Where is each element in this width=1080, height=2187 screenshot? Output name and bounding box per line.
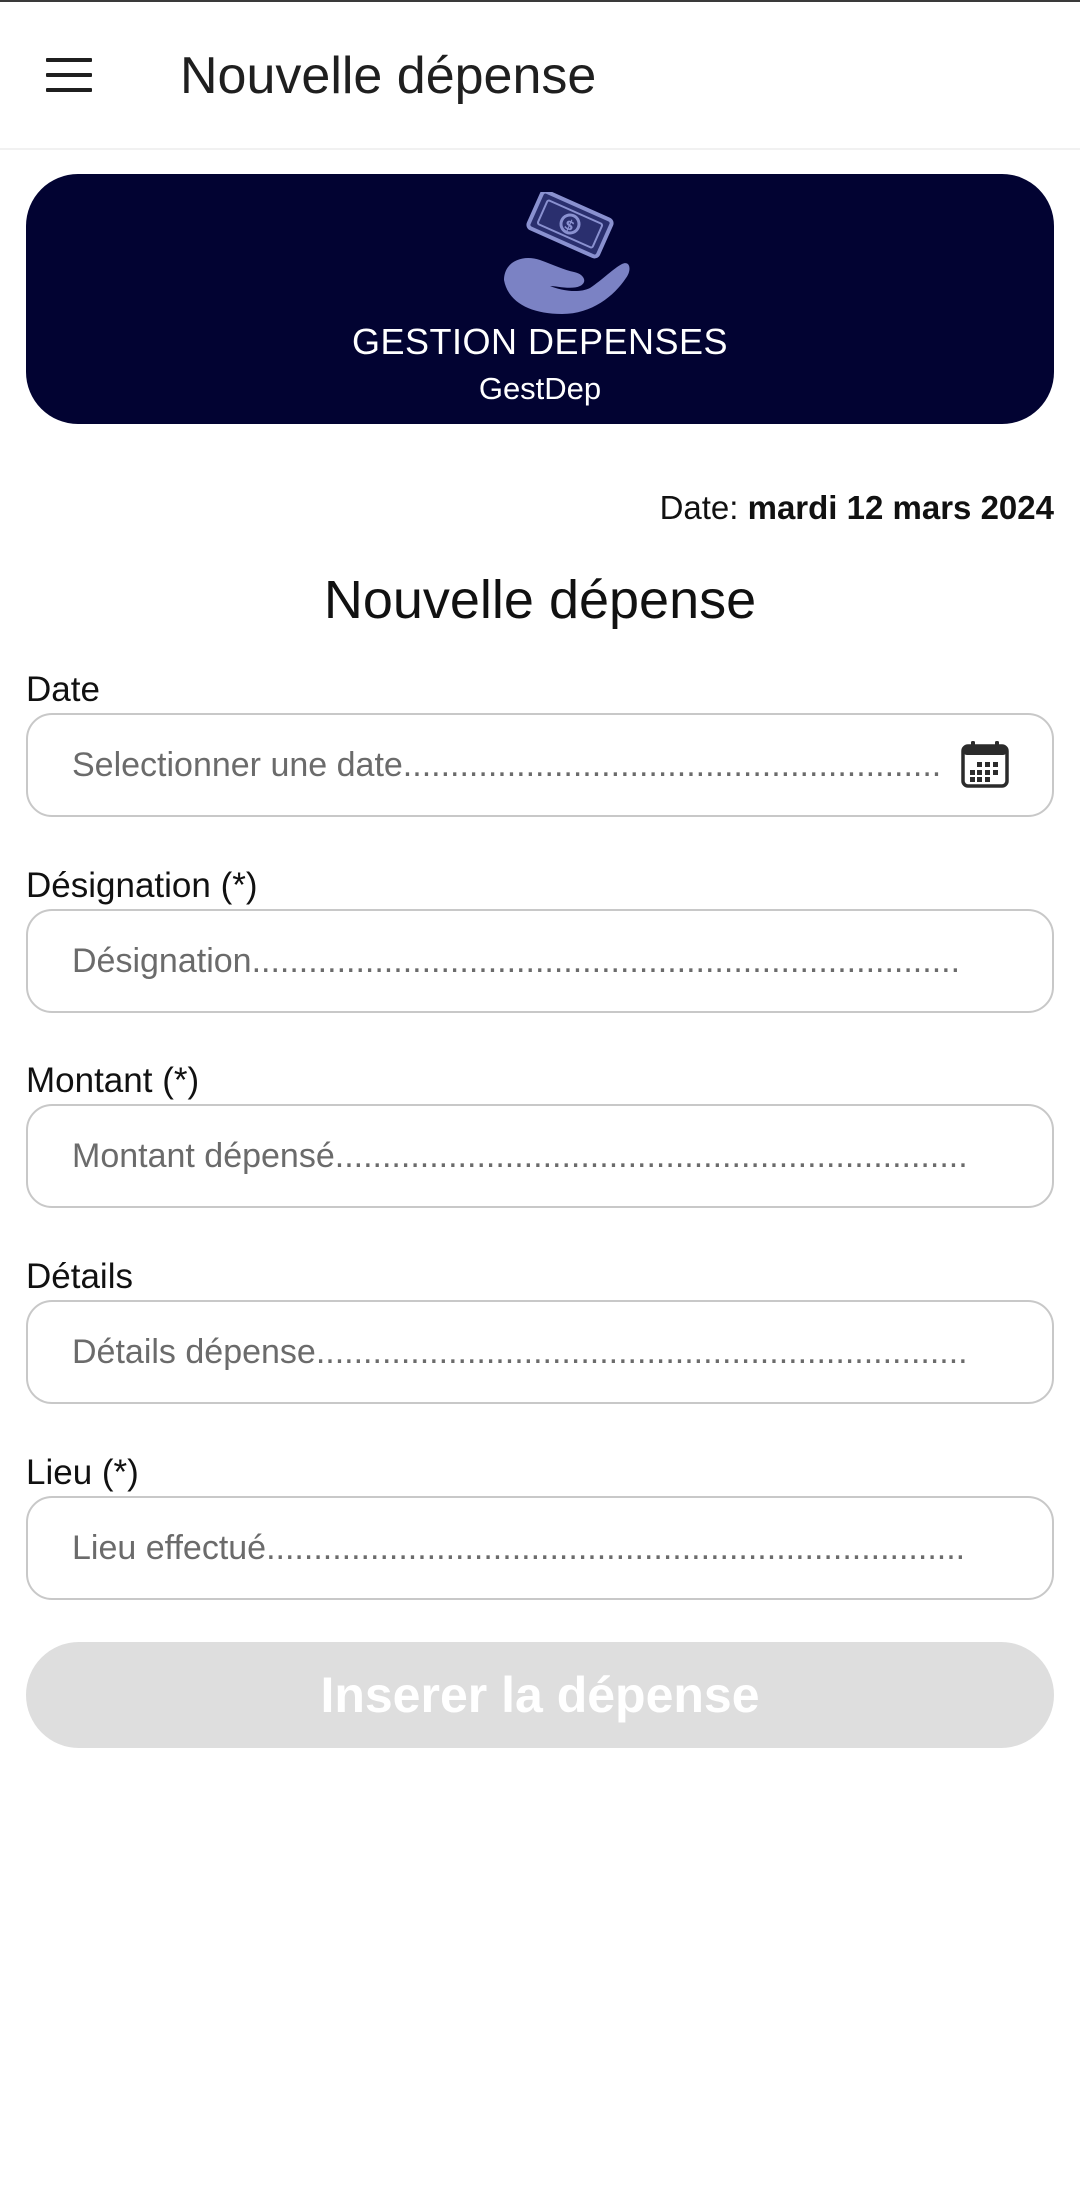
calendar-icon[interactable] — [960, 740, 1010, 790]
current-date-value: mardi 12 mars 2024 — [747, 489, 1054, 526]
montant-label: Montant (*) — [26, 1061, 200, 1100]
designation-field[interactable] — [26, 909, 1054, 1013]
details-label: Détails — [26, 1257, 133, 1296]
app-banner: $ GESTION DEPENSES GestDep — [26, 174, 1054, 424]
form-title: Nouvelle dépense — [323, 570, 757, 630]
date-field[interactable] — [26, 713, 1054, 817]
lieu-label: Lieu (*) — [26, 1453, 139, 1492]
montant-field[interactable] — [26, 1104, 1054, 1208]
current-date: Date: mardi 12 mars 2024 — [660, 486, 1054, 530]
lieu-field[interactable] — [26, 1496, 1054, 1600]
app-bar-title: Nouvelle dépense — [180, 47, 597, 105]
menu-button[interactable] — [26, 37, 112, 113]
banner-subtitle: GestDep — [478, 371, 602, 406]
banner-title: GESTION DEPENSES — [351, 321, 729, 362]
designation-label: Désignation (*) — [26, 866, 258, 905]
details-field[interactable] — [26, 1300, 1054, 1404]
insert-expense-button[interactable]: Inserer la dépense — [26, 1642, 1054, 1748]
app-bar: Nouvelle dépense — [0, 2, 1080, 150]
current-date-label: Date: — [659, 489, 739, 526]
date-label: Date — [26, 670, 100, 709]
money-in-hand-icon: $ — [504, 192, 630, 314]
hamburger-menu-icon — [46, 58, 92, 92]
